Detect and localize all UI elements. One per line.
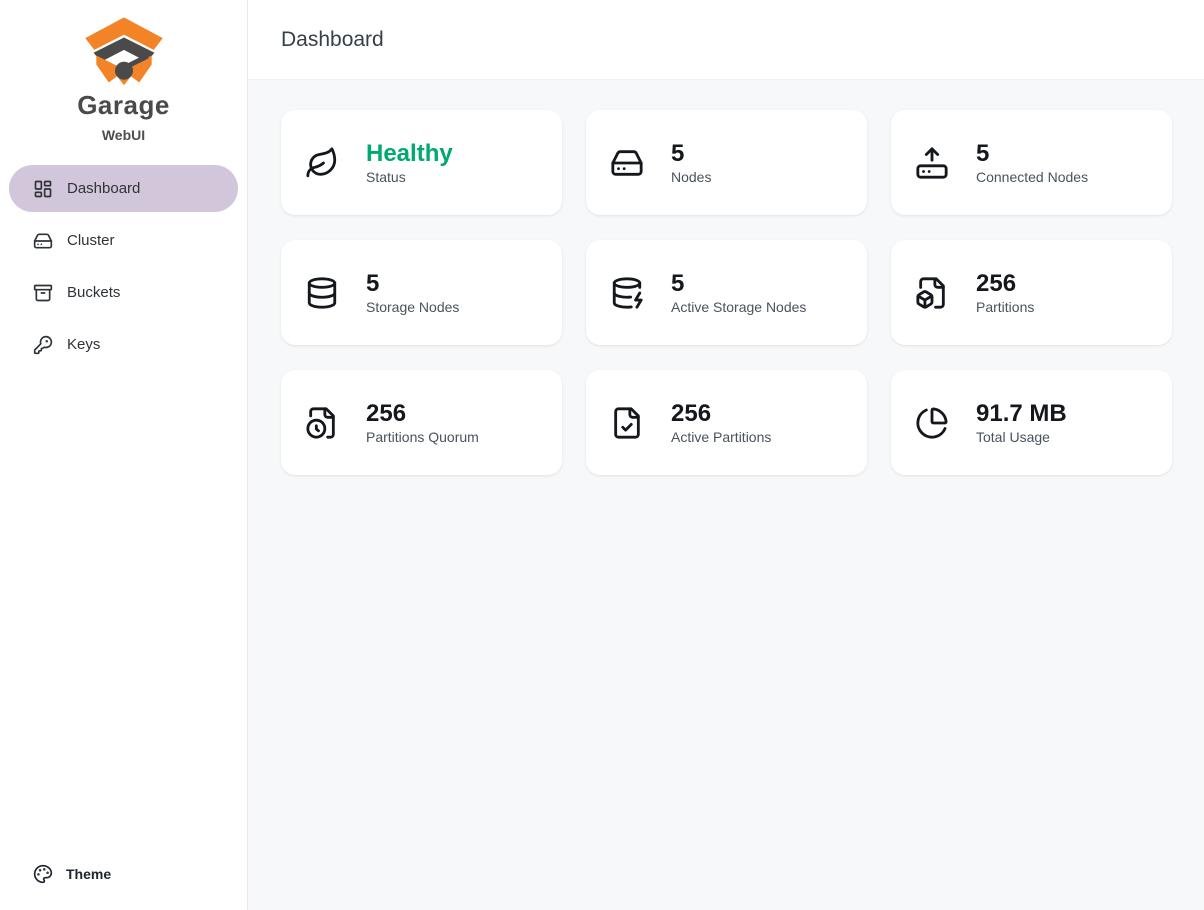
hard-drive-icon [33,231,53,251]
file-clock-icon [305,406,339,440]
database-icon [305,276,339,310]
stat-card-connected-nodes: 5 Connected Nodes [891,110,1172,215]
stat-card-label: Total Usage [976,429,1067,445]
stat-card-active-storage-nodes: 5 Active Storage Nodes [586,240,867,345]
stat-card-value: 256 [976,270,1034,298]
sidebar: Garage WebUI Dashboard Cluster Buckets K… [0,0,248,910]
stat-card-partitions-quorum: 256 Partitions Quorum [281,370,562,475]
sidebar-item-label: Cluster [67,232,115,249]
file-box-icon [915,276,949,310]
pie-chart-icon [915,406,949,440]
hard-drive-icon [610,146,644,180]
sidebar-item-label: Buckets [67,284,120,301]
key-icon [33,335,53,355]
leaf-icon [305,146,339,180]
stat-card-value: 256 [671,400,771,428]
stat-card-value: 256 [366,400,479,428]
hard-drive-upload-icon [915,146,949,180]
stat-card-active-partitions: 256 Active Partitions [586,370,867,475]
file-check-icon [610,406,644,440]
key-icon [33,335,53,355]
layout-dashboard-icon [33,179,53,199]
layout-dashboard-icon [33,179,53,199]
stat-card-status: Healthy Status [281,110,562,215]
brand: Garage WebUI [0,0,247,143]
stat-card-value: 91.7 MB [976,400,1067,428]
palette-icon [33,864,53,884]
stat-card-value: 5 [976,140,1088,168]
sidebar-footer: Theme [0,852,247,910]
content: Healthy Status 5 Nodes 5 Connected Nodes… [248,80,1204,910]
stat-card-label: Partitions Quorum [366,429,479,445]
stat-card-nodes: 5 Nodes [586,110,867,215]
database-zap-icon [610,276,644,310]
stat-cards-grid: Healthy Status 5 Nodes 5 Connected Nodes… [281,110,1172,475]
sidebar-item-dashboard[interactable]: Dashboard [9,165,238,212]
hard-drive-upload-icon [915,146,949,180]
archive-icon [33,283,53,303]
hard-drive-icon [610,146,644,180]
stat-card-value: 5 [671,270,806,298]
file-box-icon [915,276,949,310]
stat-card-total-usage: 91.7 MB Total Usage [891,370,1172,475]
palette-icon [33,864,53,884]
stat-card-label: Nodes [671,169,711,185]
file-clock-icon [305,406,339,440]
database-icon [305,276,339,310]
database-zap-icon [610,276,644,310]
stat-card-label: Active Partitions [671,429,771,445]
stat-card-value: 5 [671,140,711,168]
sidebar-item-label: Keys [67,336,100,353]
sidebar-nav: Dashboard Cluster Buckets Keys [0,165,247,368]
stat-card-label: Status [366,169,453,185]
file-check-icon [610,406,644,440]
topbar: Dashboard [248,0,1204,80]
page-title: Dashboard [281,28,384,52]
leaf-icon [305,146,339,180]
theme-toggle-button[interactable]: Theme [9,852,238,896]
sidebar-item-keys[interactable]: Keys [9,321,238,368]
stat-card-label: Storage Nodes [366,299,459,315]
stat-card-value: 5 [366,270,459,298]
main-area: Dashboard Healthy Status 5 Nodes 5 Conne… [248,0,1204,910]
app-name: Garage [0,90,247,121]
pie-chart-icon [915,406,949,440]
hard-drive-icon [33,231,53,251]
archive-icon [33,283,53,303]
theme-label: Theme [66,866,111,882]
app-subtitle: WebUI [0,127,247,143]
stat-card-storage-nodes: 5 Storage Nodes [281,240,562,345]
stat-card-label: Partitions [976,299,1034,315]
stat-card-partitions: 256 Partitions [891,240,1172,345]
stat-card-label: Active Storage Nodes [671,299,806,315]
sidebar-item-buckets[interactable]: Buckets [9,269,238,316]
sidebar-item-label: Dashboard [67,180,140,197]
sidebar-item-cluster[interactable]: Cluster [9,217,238,264]
stat-card-label: Connected Nodes [976,169,1088,185]
stat-card-value: Healthy [366,140,453,168]
garage-logo-icon [82,16,166,88]
